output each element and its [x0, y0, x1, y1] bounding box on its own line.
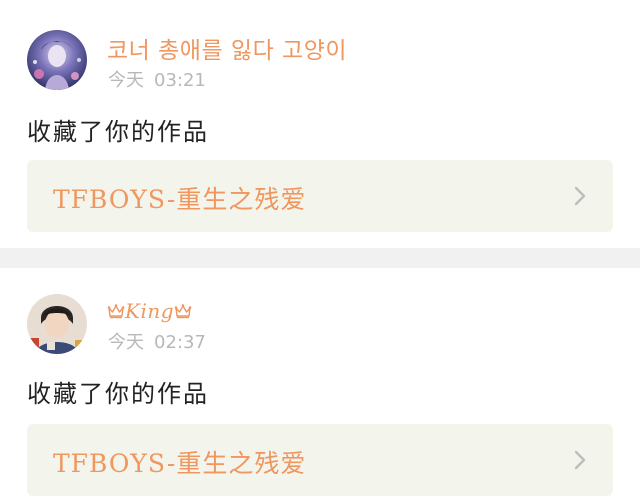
work-link[interactable]: TFBOYS-重生之残爱 — [27, 424, 613, 496]
username-text: 코너 총애를 잃다 고양이 — [107, 38, 348, 64]
crown-icon — [174, 303, 192, 319]
crown-icon — [107, 303, 125, 319]
avatar-image — [27, 294, 87, 354]
notification-card: 코너 총애를 잃다 고양이 今天 03:21 收藏了你的作品 TFBOYS-重生之… — [0, 0, 640, 248]
timestamp-time: 02:37 — [154, 332, 206, 353]
chevron-right-icon — [573, 449, 587, 471]
notification-message: 收藏了你的作品 — [27, 380, 209, 408]
timestamp: 今天 03:21 — [108, 66, 206, 92]
timestamp-day: 今天 — [108, 70, 144, 91]
notification-card: King 今天 02:37 收藏了你的作品 TFBOYS-重生之残爱 — [0, 268, 640, 500]
notification-message: 收藏了你的作品 — [27, 118, 209, 146]
username-text: King — [125, 298, 175, 323]
work-link[interactable]: TFBOYS-重生之残爱 — [27, 160, 613, 232]
timestamp-time: 03:21 — [154, 70, 206, 91]
avatar-image — [27, 30, 87, 90]
work-title: TFBOYS-重生之残爱 — [53, 449, 307, 478]
section-divider — [0, 248, 640, 268]
chevron-right-icon — [573, 185, 587, 207]
timestamp: 今天 02:37 — [108, 328, 206, 354]
notification-feed: 코너 총애를 잃다 고양이 今天 03:21 收藏了你的作品 TFBOYS-重生之… — [0, 0, 640, 500]
avatar[interactable] — [27, 30, 87, 90]
username[interactable]: King — [107, 297, 192, 323]
timestamp-day: 今天 — [108, 332, 144, 353]
username[interactable]: 코너 총애를 잃다 고양이 — [107, 31, 347, 65]
avatar[interactable] — [27, 294, 87, 354]
work-title: TFBOYS-重生之残爱 — [53, 185, 307, 214]
